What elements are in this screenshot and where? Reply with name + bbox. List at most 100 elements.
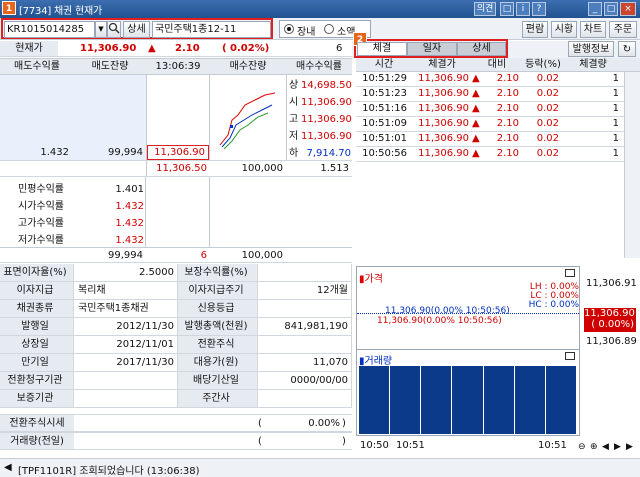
info-value <box>258 300 352 317</box>
up-arrow-icon: ▲ <box>472 148 480 159</box>
info-label: 발행총액(천원) <box>178 318 258 335</box>
prev-icon[interactable]: ◀ <box>602 442 609 452</box>
chart-area: ▮가격 LH : 0.00% LC : 0.00% HC : 0.00% 11,… <box>356 266 580 436</box>
trade-cell: 0.02 <box>536 133 559 144</box>
detail-button[interactable]: 상세 <box>123 21 150 38</box>
yield-block: 민평수익률 시가수익률 고가수익률 저가수익률 1.401 1.432 1.43… <box>0 177 146 247</box>
info-button[interactable]: i <box>516 2 530 16</box>
control-bar: KR1015014285 ▼ 상세 국민주택1종12-11 장내 소액 편람 시… <box>0 18 640 40</box>
radio-listed-label: 장내 <box>297 27 316 38</box>
axis-top: 11,306.91 <box>586 278 637 289</box>
volume-bar <box>483 366 514 434</box>
info-value <box>258 336 352 353</box>
up-arrow-icon: ▲ <box>472 88 480 99</box>
issue-info-button[interactable]: 발행정보 <box>568 41 614 57</box>
trade-row[interactable]: ▲ 10:51:29 11,306.90 2.10 0.02 1 <box>356 72 624 87</box>
tab-trades[interactable]: 체결 <box>357 42 407 56</box>
sell-qty: 99,994 <box>108 147 143 158</box>
chart-button[interactable]: 차트 <box>580 21 606 38</box>
price-line-label-1: 11,306.90(0.00% 10:50:56) <box>385 306 510 316</box>
conv-pct: 0.00% <box>308 418 340 429</box>
zoom-in-icon[interactable]: ⊕ <box>590 442 598 452</box>
up-arrow-icon: ▲ <box>472 73 480 84</box>
info-label: 상장일 <box>0 336 74 353</box>
right-top-strip: 2 체결 일자 상세 발행정보 ↻ <box>352 32 640 58</box>
price-zone-bottom <box>146 177 210 247</box>
info-row: 만기일 2017/11/30 대용가(원) 11,070 <box>0 354 352 372</box>
conv-paren-close: ) <box>342 418 346 429</box>
zoom-out-icon[interactable]: ⊖ <box>578 442 586 452</box>
trades-header: 시간 체결가 대비 등락(%) 체결량 <box>356 58 640 72</box>
price-panel-toggle[interactable] <box>565 269 575 277</box>
volume-bar <box>514 366 545 434</box>
axis-current-pct: ( 0.00%) <box>591 319 634 330</box>
trade-row[interactable]: ▲ 10:51:01 11,306.90 2.10 0.02 1 <box>356 132 624 147</box>
tab-daily[interactable]: 일자 <box>407 42 457 56</box>
next-icon[interactable]: ▶ <box>626 442 633 452</box>
trade-cell: 2.10 <box>496 103 519 114</box>
volume-bar <box>452 366 483 434</box>
handbook-button[interactable]: 편람 <box>522 21 548 38</box>
info-value: 국민주택1종채권 <box>74 300 178 317</box>
radio-small[interactable] <box>324 24 334 34</box>
info-label: 전환청구기관 <box>0 372 74 389</box>
yield-value-eval: 1.401 <box>115 184 144 195</box>
bond-info-table: 표면이자율(%) 2.5000 보장수익률(%) 이자지급 복리채 이자지급주기 12개월 채… <box>0 264 352 454</box>
info-label: 표면이자율(%) <box>0 264 74 281</box>
info-value: 841,981,190 <box>258 318 352 335</box>
maximize-button[interactable]: □ <box>604 2 618 16</box>
radio-listed[interactable] <box>284 24 294 34</box>
tab-detail[interactable]: 상세 <box>457 42 506 56</box>
minimize-button[interactable]: _ <box>588 2 602 16</box>
info-value: 2017/11/30 <box>74 354 178 371</box>
info-label: 보증기관 <box>0 390 74 407</box>
sell-yield: 1.432 <box>40 147 69 158</box>
volume-title-wrap: ▮거래량 <box>359 352 392 367</box>
trade-cell: 1 <box>612 88 619 99</box>
code-input[interactable]: KR1015014285 <box>4 21 95 38</box>
help-button[interactable]: ? <box>532 2 546 16</box>
current-price: 11,306.90 <box>80 43 137 54</box>
volume-area: ▮거래량 <box>357 349 579 435</box>
pin-button[interactable]: □ <box>500 2 514 16</box>
info-value: 2012/11/30 <box>74 318 178 335</box>
side-label-upper: 상 <box>289 80 299 91</box>
window-title: [7734] 채권 현재가 <box>19 6 103 17</box>
buy-qty: 100,000 <box>241 163 283 174</box>
hdr-time: 13:06:39 <box>155 61 201 72</box>
info-value <box>74 390 178 407</box>
bond-name-field: 국민주택1종12-11 <box>152 21 271 38</box>
search-button[interactable] <box>107 21 121 38</box>
volume-label: 거래량(전일) <box>0 433 74 449</box>
close-button[interactable]: × <box>620 2 636 16</box>
info-label: 대용가(원) <box>178 354 258 371</box>
trade-row[interactable]: ▲ 10:50:56 11,306.90 2.10 0.02 1 <box>356 147 624 162</box>
trade-cell: 1 <box>612 73 619 84</box>
yield-label-high: 고가수익률 <box>18 218 64 229</box>
trade-cell: 0.02 <box>536 73 559 84</box>
play-icon[interactable]: ▶ <box>614 442 621 452</box>
info-row: 발행일 2012/11/30 발행총액(천원) 841,981,190 <box>0 318 352 336</box>
refresh-button[interactable]: ↻ <box>618 41 636 57</box>
trades-scrollbar[interactable] <box>624 72 640 258</box>
dropdown-button[interactable]: ▼ <box>95 21 107 38</box>
total-buy: 100,000 <box>241 250 283 261</box>
info-label: 주간사 <box>178 390 258 407</box>
refresh-icon: ↻ <box>622 44 632 55</box>
buy-row[interactable]: 11,306.50 100,000 1.513 <box>0 161 352 177</box>
info-label: 발행일 <box>0 318 74 335</box>
marker-1: 1 <box>2 1 16 15</box>
trade-row[interactable]: ▲ 10:51:16 11,306.90 2.10 0.02 1 <box>356 102 624 117</box>
trade-row[interactable]: ▲ 10:51:09 11,306.90 2.10 0.02 1 <box>356 117 624 132</box>
side-value-open: 11,306.90 <box>301 97 352 108</box>
trade-cell: 2.10 <box>496 118 519 129</box>
hdr-trade-time: 시간 <box>374 59 394 70</box>
opinion-button[interactable]: 의견 <box>474 2 496 16</box>
sell-row[interactable]: 1.432 99,994 11,306.90 <box>0 145 352 161</box>
volume-panel-toggle[interactable] <box>565 352 575 360</box>
trade-cell: 2.10 <box>496 73 519 84</box>
trade-row[interactable]: ▲ 10:51:23 11,306.90 2.10 0.02 1 <box>356 87 624 102</box>
market-button[interactable]: 시황 <box>551 21 577 38</box>
order-button[interactable]: 주문 <box>609 21 637 38</box>
total-sell: 99,994 <box>108 250 143 261</box>
